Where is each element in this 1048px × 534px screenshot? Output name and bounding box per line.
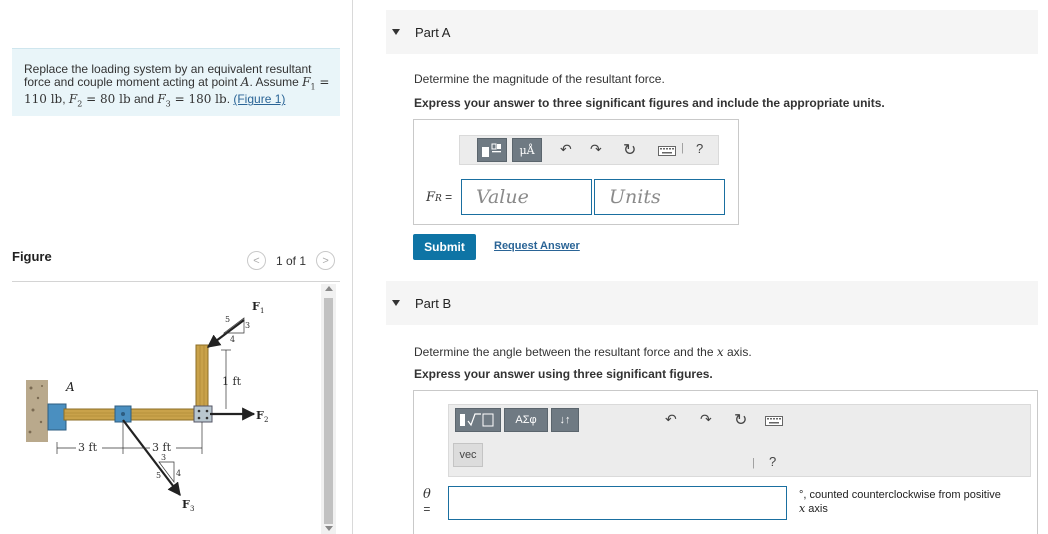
redo-icon[interactable]: ↷ <box>590 141 602 158</box>
pager-count: 1 of 1 <box>276 253 307 268</box>
f2-value: = 80 lb <box>82 92 131 107</box>
prev-figure-button[interactable]: < <box>247 251 266 270</box>
units-input[interactable]: Units <box>594 179 725 215</box>
problem-panel: Replace the loading system by an equival… <box>0 0 353 534</box>
dim-3ft-b-label: 3 ft <box>152 441 172 454</box>
f1-label-sub: 1 <box>260 307 264 315</box>
vec-button[interactable]: vec <box>453 443 483 467</box>
part-b-question-end: axis. <box>723 345 752 359</box>
f3-label-sub: 3 <box>190 505 194 513</box>
figure-divider <box>12 281 340 282</box>
horizontal-beam <box>63 408 212 421</box>
collapse-triangle-icon <box>392 29 400 35</box>
f3-tri-3: 3 <box>161 453 166 462</box>
request-answer-link[interactable]: Request Answer <box>494 240 580 252</box>
fr-symbol: F <box>426 190 436 205</box>
f3-symbol: F <box>157 92 166 107</box>
sqrt-template-icon <box>460 413 494 427</box>
undo-icon[interactable]: ↶ <box>560 141 572 158</box>
theta-symbol: θ <box>423 487 431 502</box>
wall-bracket <box>47 403 67 431</box>
part-b-instruction: Express your answer using three signific… <box>414 367 713 381</box>
f2-label: F <box>256 409 264 422</box>
angle-input[interactable] <box>448 486 787 520</box>
greek-button[interactable]: ΑΣφ <box>504 408 548 432</box>
force-f3-arrow <box>122 419 181 497</box>
part-b-title: Part B <box>415 295 452 311</box>
f2-label-sub: 2 <box>264 416 268 424</box>
mechanics-figure: A F 1 5 3 4 1 ft F 2 F 3 3 4 5 3 ft 3 ft <box>26 300 268 513</box>
part-a-answer-box: μÅ ↶ ↷ ↻ | ? FR = Value Units <box>413 119 739 225</box>
submit-button[interactable]: Submit <box>413 234 476 260</box>
x-axis-var: x <box>716 345 724 359</box>
f3-tri-4: 4 <box>176 469 181 478</box>
f1-tri-3: 3 <box>245 321 250 330</box>
templates-icon <box>482 143 501 157</box>
dim-1ft-label: 1 ft <box>222 375 242 388</box>
angle-unit-text: °, counted counterclockwise from positiv… <box>799 489 1001 501</box>
problem-statement: Replace the loading system by an equival… <box>12 48 340 116</box>
f3-label: F <box>182 498 190 511</box>
part-a-header[interactable]: Part A <box>386 10 1038 54</box>
toolbar-separator: | <box>681 142 684 154</box>
force-f1-arrow <box>206 319 245 348</box>
reset-icon[interactable]: ↻ <box>623 140 636 160</box>
f1-tri-4: 4 <box>230 335 235 344</box>
fr-equals: = <box>441 190 453 204</box>
angle-unit-suffix: °, counted counterclockwise from positiv… <box>799 489 1035 516</box>
part-b-question-text: Determine the angle between the resultan… <box>414 345 717 359</box>
part-a-instruction: Express your answer to three significant… <box>414 96 885 110</box>
fr-label: FR = <box>426 190 452 205</box>
redo-icon[interactable]: ↷ <box>700 411 712 428</box>
f1-label: F <box>252 300 260 313</box>
part-b-question: Determine the angle between the resultan… <box>414 345 752 359</box>
next-figure-button[interactable]: > <box>316 251 336 270</box>
figure-link[interactable]: (Figure 1) <box>233 92 285 106</box>
f1-tri-5: 5 <box>225 315 230 324</box>
figure-heading: Figure <box>12 249 52 264</box>
figure-pager: < 1 of 1 > <box>247 251 336 270</box>
part-a-question: Determine the magnitude of the resultant… <box>414 72 665 86</box>
value-input[interactable]: Value <box>461 179 592 215</box>
help-icon[interactable]: ? <box>769 454 776 469</box>
problem-assume-text: . Assume <box>249 74 303 89</box>
collapse-triangle-icon <box>392 300 400 306</box>
units-mu-button[interactable]: μÅ <box>512 138 542 162</box>
fr-subscript: R <box>435 194 442 204</box>
theta-label: θ = <box>423 488 431 517</box>
part-b-toolbar: ΑΣφ ↓↑ ↶ ↷ ↻ vec | ? <box>448 404 1031 477</box>
part-a-title: Part A <box>415 24 451 40</box>
chevron-left-icon: < <box>253 254 260 267</box>
f2-symbol: F <box>68 92 78 107</box>
figure-scrollbar-thumb[interactable] <box>324 298 333 524</box>
theta-equals: = <box>423 502 431 516</box>
f3-tri-5: 5 <box>156 471 161 480</box>
scroll-down-arrow-icon[interactable] <box>325 526 333 531</box>
part-a-toolbar: μÅ ↶ ↷ ↻ | ? <box>459 135 719 165</box>
part-b-answer-box: ΑΣφ ↓↑ ↶ ↷ ↻ vec | ? θ = °, counted coun… <box>413 390 1038 534</box>
dim-3ft-a-label: 3 ft <box>78 441 98 454</box>
chevron-right-icon: > <box>322 254 329 267</box>
angle-unit-end: axis <box>805 503 828 515</box>
undo-icon[interactable]: ↶ <box>665 411 677 428</box>
reset-icon[interactable]: ↻ <box>734 410 747 430</box>
f3-value: = 180 lb <box>170 92 227 107</box>
part-b-header[interactable]: Part B <box>386 281 1038 325</box>
keyboard-icon[interactable] <box>765 416 783 426</box>
templates-sqrt-button[interactable] <box>455 408 501 432</box>
point-a-label: A <box>65 380 75 394</box>
scroll-up-arrow-icon[interactable] <box>325 286 333 291</box>
templates-button[interactable] <box>477 138 507 162</box>
help-icon[interactable]: ? <box>696 141 703 156</box>
arrows-button[interactable]: ↓↑ <box>551 408 579 432</box>
and-text: and <box>130 92 158 107</box>
toolbar-separator: | <box>752 457 755 469</box>
corner-plate <box>193 405 213 423</box>
keyboard-icon[interactable] <box>658 146 676 156</box>
